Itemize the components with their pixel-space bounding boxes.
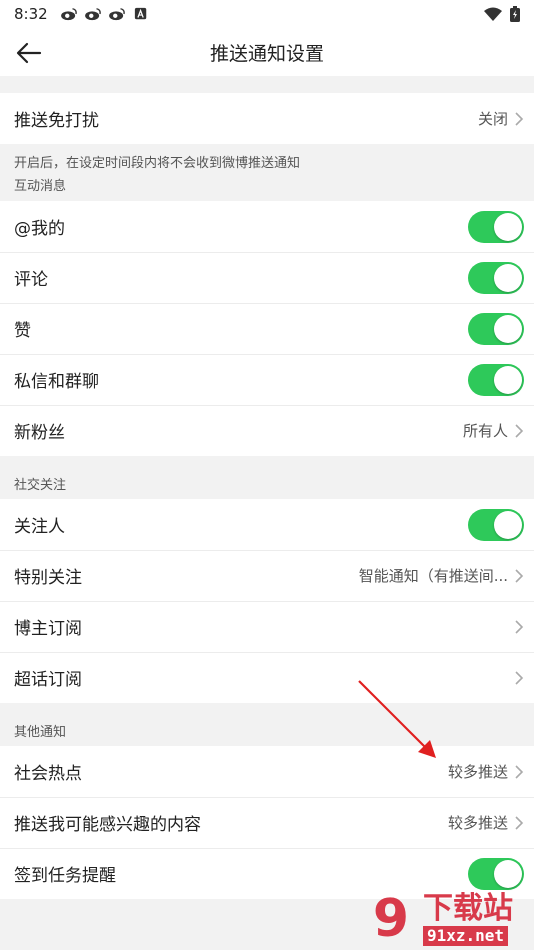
status-bar: 8:32 (0, 0, 534, 28)
like-toggle[interactable] (468, 312, 524, 345)
chevron-right-icon (515, 619, 524, 634)
mention-toggle[interactable] (468, 210, 524, 243)
back-arrow-icon[interactable] (14, 38, 44, 68)
social-row-special[interactable]: 特别关注 智能通知（有推送间... (0, 550, 534, 601)
interaction-row-new-fans[interactable]: 新粉丝 所有人 (0, 405, 534, 456)
row-label: 签到任务提醒 (14, 866, 116, 886)
chevron-right-icon (515, 815, 524, 830)
interaction-row-mention: @我的 (0, 201, 534, 252)
interaction-row-dm: 私信和群聊 (0, 354, 534, 405)
page-title: 推送通知设置 (209, 42, 324, 65)
dnd-row[interactable]: 推送免打扰 关闭 (0, 93, 534, 144)
row-label: 新粉丝 (14, 423, 65, 443)
watermark-url: 91xz.net (423, 926, 509, 946)
watermark-title: 下载站 (423, 891, 513, 926)
watermark-text: 下载站 91xz.net (423, 892, 513, 946)
chevron-right-icon (515, 568, 524, 583)
chevron-right-icon (515, 764, 524, 779)
other-row-hot[interactable]: 社会热点 较多推送 (0, 746, 534, 797)
row-label: 博主订阅 (14, 619, 82, 639)
other-group: 社会热点 较多推送 推送我可能感兴趣的内容 较多推送 签到任务提醒 (0, 746, 534, 899)
social-group: 关注人 特别关注 智能通知（有推送间... 博主订阅 超话订阅 (0, 499, 534, 703)
weibo-icon (108, 8, 125, 21)
social-row-blogger[interactable]: 博主订阅 (0, 601, 534, 652)
row-value: 较多推送 (447, 763, 508, 781)
row-label: 特别关注 (14, 568, 82, 588)
checkin-toggle[interactable] (468, 857, 524, 890)
toggle-knob (494, 365, 522, 394)
battery-icon (510, 6, 520, 22)
weibo-icon (60, 8, 77, 21)
toggle-knob (494, 859, 522, 888)
toggle-knob (494, 510, 522, 539)
row-value: 所有人 (462, 422, 508, 440)
toggle-knob (494, 212, 522, 241)
row-label: 评论 (14, 270, 48, 290)
social-row-following: 关注人 (0, 499, 534, 550)
row-label: @我的 (14, 219, 65, 239)
title-bar: 推送通知设置 (0, 28, 534, 76)
status-right (484, 6, 520, 22)
chevron-right-icon (515, 670, 524, 685)
row-label: 私信和群聊 (14, 372, 99, 392)
row-label: 赞 (14, 321, 31, 341)
chevron-right-icon (515, 111, 524, 126)
toggle-knob (494, 314, 522, 343)
dnd-label: 推送免打扰 (14, 111, 99, 131)
watermark: 9 下载站 91xz.net (359, 888, 534, 950)
chevron-right-icon (515, 423, 524, 438)
dm-toggle[interactable] (468, 363, 524, 396)
social-caption: 社交关注 (14, 478, 67, 493)
social-row-supertopic[interactable]: 超话订阅 (0, 652, 534, 703)
row-label: 推送我可能感兴趣的内容 (14, 815, 201, 835)
comment-toggle[interactable] (468, 261, 524, 294)
row-label: 社会热点 (14, 764, 82, 784)
row-value: 较多推送 (447, 814, 508, 832)
dnd-group: 推送免打扰 关闭 (0, 93, 534, 144)
weibo-icon (84, 8, 101, 21)
wifi-icon (484, 7, 502, 21)
text-a-icon (134, 7, 146, 20)
interaction-row-comment: 评论 (0, 252, 534, 303)
row-label: 超话订阅 (14, 670, 82, 690)
following-toggle[interactable] (468, 508, 524, 541)
watermark-logo: 9 (372, 889, 410, 949)
row-label: 关注人 (14, 517, 65, 537)
dnd-value: 关闭 (477, 110, 508, 128)
toggle-knob (494, 263, 522, 292)
row-value: 智能通知（有推送间... (358, 567, 508, 585)
interaction-row-like: 赞 (0, 303, 534, 354)
interaction-group: @我的 评论 赞 私信和群聊 新粉丝 所有人 (0, 201, 534, 456)
interaction-caption: 互动消息 (14, 178, 67, 194)
other-row-interest[interactable]: 推送我可能感兴趣的内容 较多推送 (0, 797, 534, 848)
other-caption: 其他通知 (14, 725, 67, 740)
status-time: 8:32 (14, 5, 48, 23)
